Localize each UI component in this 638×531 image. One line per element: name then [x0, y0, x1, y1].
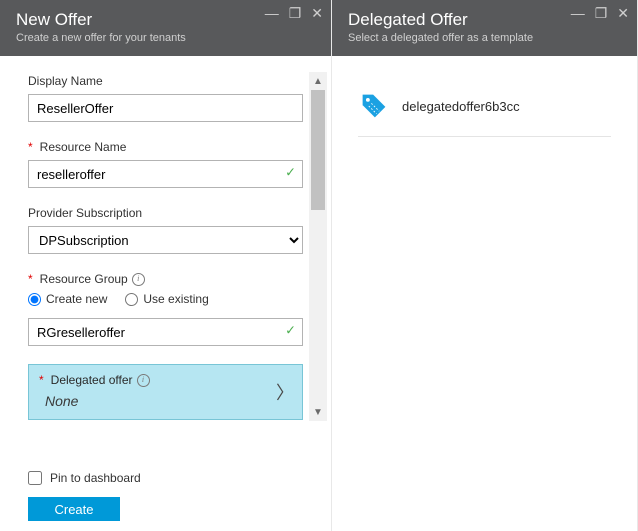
- create-new-radio-label[interactable]: Create new: [28, 292, 107, 306]
- resource-name-label-text: Resource Name: [40, 140, 127, 154]
- required-asterisk: *: [28, 272, 33, 286]
- delegated-offer-label-text: Delegated offer: [51, 373, 133, 387]
- delegated-offer-header: Delegated Offer Select a delegated offer…: [332, 0, 637, 56]
- create-new-radio[interactable]: [28, 293, 41, 306]
- use-existing-text: Use existing: [143, 292, 208, 306]
- pin-to-dashboard-label: Pin to dashboard: [50, 471, 141, 485]
- delegated-offer-label: * Delegated offer i: [39, 373, 292, 387]
- maximize-icon[interactable]: ❐: [289, 6, 302, 20]
- maximize-icon[interactable]: ❐: [595, 6, 608, 20]
- delegated-offer-item[interactable]: delegatedoffer6b3cc: [358, 86, 611, 137]
- resource-name-label: * Resource Name: [28, 140, 303, 154]
- pin-to-dashboard-checkbox[interactable]: [28, 471, 42, 485]
- minimize-icon[interactable]: —: [265, 6, 279, 20]
- delegated-offer-item-name: delegatedoffer6b3cc: [402, 99, 520, 114]
- new-offer-header: New Offer Create a new offer for your te…: [0, 0, 331, 56]
- new-offer-footer: Pin to dashboard Create: [28, 471, 303, 521]
- resource-group-mode: Create new Use existing: [28, 292, 303, 306]
- resource-group-label: * Resource Group i: [28, 272, 303, 286]
- scroll-thumb[interactable]: [311, 90, 325, 210]
- close-icon[interactable]: ✕: [311, 6, 323, 20]
- price-tag-icon: [360, 92, 388, 120]
- info-icon[interactable]: i: [137, 374, 150, 387]
- new-offer-window-controls: — ❐ ✕: [265, 6, 323, 20]
- info-icon[interactable]: i: [132, 273, 145, 286]
- delegated-offer-selector[interactable]: * Delegated offer i None 〉: [28, 364, 303, 420]
- delegated-offer-window-controls: — ❐ ✕: [571, 6, 629, 20]
- close-icon[interactable]: ✕: [617, 6, 629, 20]
- display-name-label-text: Display Name: [28, 74, 103, 88]
- display-name-input[interactable]: [28, 94, 303, 122]
- create-button[interactable]: Create: [28, 497, 120, 521]
- resource-group-label-text: Resource Group: [40, 272, 128, 286]
- required-asterisk: *: [39, 373, 44, 387]
- scrollbar[interactable]: ▲ ▼: [309, 72, 327, 421]
- provider-subscription-label-text: Provider Subscription: [28, 206, 142, 220]
- resource-name-input[interactable]: [28, 160, 303, 188]
- new-offer-body: Display Name * Resource Name ✓ Provider …: [0, 56, 331, 531]
- scroll-up-icon[interactable]: ▲: [309, 72, 327, 90]
- chevron-right-icon: 〉: [276, 379, 294, 405]
- use-existing-radio[interactable]: [125, 293, 138, 306]
- delegated-offer-blade: Delegated Offer Select a delegated offer…: [332, 0, 638, 531]
- new-offer-subtitle: Create a new offer for your tenants: [16, 32, 317, 44]
- use-existing-radio-label[interactable]: Use existing: [125, 292, 208, 306]
- delegated-offer-value: None: [39, 393, 292, 409]
- scroll-down-icon[interactable]: ▼: [309, 403, 327, 421]
- provider-subscription-label: Provider Subscription: [28, 206, 303, 220]
- minimize-icon[interactable]: —: [571, 6, 585, 20]
- create-new-text: Create new: [46, 292, 107, 306]
- display-name-label: Display Name: [28, 74, 303, 88]
- new-offer-blade: New Offer Create a new offer for your te…: [0, 0, 332, 531]
- provider-subscription-select[interactable]: DPSubscription: [28, 226, 303, 254]
- resource-group-name-input[interactable]: [28, 318, 303, 346]
- delegated-offer-body: delegatedoffer6b3cc: [332, 56, 637, 167]
- delegated-offer-subtitle: Select a delegated offer as a template: [348, 32, 623, 44]
- required-asterisk: *: [28, 140, 33, 154]
